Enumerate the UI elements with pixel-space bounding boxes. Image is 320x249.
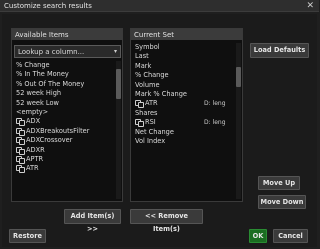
window-title: Customize search results bbox=[4, 2, 92, 10]
list-item[interactable]: % Change bbox=[133, 71, 234, 80]
scrollbar-thumb[interactable] bbox=[236, 67, 241, 87]
list-item-label: % Change bbox=[16, 61, 50, 69]
list-item[interactable]: APTR bbox=[14, 155, 114, 164]
list-item-label: % Change bbox=[135, 71, 169, 80]
lookup-column-dropdown[interactable]: Lookup a column... ▾ bbox=[14, 45, 121, 58]
study-icon bbox=[135, 119, 144, 128]
list-item[interactable]: % Out Of The Money bbox=[14, 80, 114, 89]
ok-button[interactable]: OK bbox=[249, 229, 267, 243]
list-item-label: Net Change bbox=[135, 127, 174, 136]
list-item-label: Mark % Change bbox=[135, 89, 187, 98]
current-set-header: Current Set bbox=[131, 29, 242, 40]
current-scrollbar[interactable] bbox=[236, 43, 241, 199]
list-item[interactable]: Mark % Change bbox=[133, 90, 234, 99]
list-item-label: Symbol bbox=[135, 43, 160, 51]
list-item-label: Mark bbox=[135, 61, 152, 70]
dialog-body: Available Items Lookup a column... ▾ % C… bbox=[2, 14, 317, 247]
scrollbar-thumb[interactable] bbox=[116, 69, 121, 99]
list-item-label: ADXCrossover bbox=[26, 136, 73, 145]
load-defaults-button[interactable]: Load Defaults bbox=[250, 43, 309, 58]
list-item[interactable]: ADXBreakoutsFilter bbox=[14, 127, 114, 136]
list-item-label: RSI bbox=[145, 118, 156, 127]
study-icon bbox=[135, 100, 144, 109]
list-item-label: Shares bbox=[135, 108, 158, 117]
available-items-panel: Available Items Lookup a column... ▾ % C… bbox=[11, 28, 123, 202]
list-item[interactable]: Symbol bbox=[133, 43, 234, 52]
list-item[interactable]: % Change bbox=[14, 61, 114, 70]
list-item-label: 52 week Low bbox=[16, 98, 59, 107]
available-items-header: Available Items bbox=[12, 29, 122, 40]
list-item[interactable]: <empty> bbox=[14, 108, 114, 117]
list-item[interactable]: % In The Money bbox=[14, 70, 114, 79]
close-icon[interactable]: ✕ bbox=[306, 1, 314, 11]
list-item[interactable]: ADX bbox=[14, 117, 114, 127]
move-up-button[interactable]: Move Up bbox=[258, 176, 300, 190]
restore-button[interactable]: Restore bbox=[9, 229, 46, 243]
list-item-label: Volume bbox=[135, 80, 160, 89]
list-item[interactable]: Mark bbox=[133, 62, 234, 71]
cancel-button[interactable]: Cancel bbox=[273, 229, 308, 243]
title-bar: Customize search results ✕ bbox=[0, 0, 319, 12]
list-item[interactable]: Vol Index bbox=[133, 137, 234, 146]
list-item-label: APTR bbox=[26, 154, 44, 163]
list-item-label: ADXR bbox=[26, 145, 45, 154]
list-item-label: % In The Money bbox=[16, 70, 69, 79]
study-icon bbox=[16, 118, 25, 127]
list-item[interactable]: ADXR bbox=[14, 146, 114, 155]
study-icon bbox=[16, 137, 25, 146]
list-item[interactable]: ADXCrossover bbox=[14, 136, 114, 146]
list-item[interactable]: 52 week Low bbox=[14, 99, 114, 108]
available-scrollbar[interactable] bbox=[116, 61, 121, 199]
study-icon bbox=[16, 165, 25, 174]
available-items-list: % Change% In The Money% Out Of The Money… bbox=[14, 61, 114, 199]
list-item-label: Vol Index bbox=[135, 136, 166, 145]
list-item[interactable]: Shares bbox=[133, 109, 234, 118]
list-item[interactable]: Volume bbox=[133, 81, 234, 90]
list-item[interactable]: Net Change bbox=[133, 128, 234, 137]
list-item-label: ATR bbox=[145, 99, 158, 108]
list-item[interactable]: ATR D: leng bbox=[133, 99, 234, 109]
study-icon bbox=[16, 155, 25, 164]
list-item[interactable]: RSI D: leng bbox=[133, 118, 234, 128]
list-item-label: % Out Of The Money bbox=[16, 79, 85, 88]
current-set-panel: Current Set Symbol Last Mark% Change Volume… bbox=[130, 28, 243, 202]
list-item[interactable]: ATR bbox=[14, 164, 114, 174]
list-item-label: ADXBreakoutsFilter bbox=[26, 126, 90, 135]
list-item-label: 52 week High bbox=[16, 89, 62, 98]
study-icon bbox=[16, 127, 25, 136]
list-item-params: D: leng bbox=[204, 119, 226, 127]
list-item-label: <empty> bbox=[16, 107, 49, 116]
list-item-label: ADX bbox=[26, 117, 41, 126]
current-set-list: Symbol Last Mark% Change Volume Mark % Chang… bbox=[133, 43, 234, 199]
add-items-button[interactable]: Add Item(s) >> bbox=[64, 209, 121, 233]
study-icon bbox=[16, 146, 25, 155]
chevron-down-icon: ▾ bbox=[113, 48, 117, 55]
list-item[interactable]: Last bbox=[133, 52, 234, 61]
list-item-label: Last bbox=[135, 52, 149, 61]
list-item-label: ATR bbox=[26, 164, 39, 173]
lookup-placeholder: Lookup a column... bbox=[18, 48, 85, 56]
move-down-button[interactable]: Move Down bbox=[258, 195, 306, 209]
remove-items-button[interactable]: << Remove Item(s) bbox=[130, 209, 203, 233]
list-item[interactable]: 52 week High bbox=[14, 89, 114, 98]
list-item-params: D: leng bbox=[204, 100, 226, 108]
